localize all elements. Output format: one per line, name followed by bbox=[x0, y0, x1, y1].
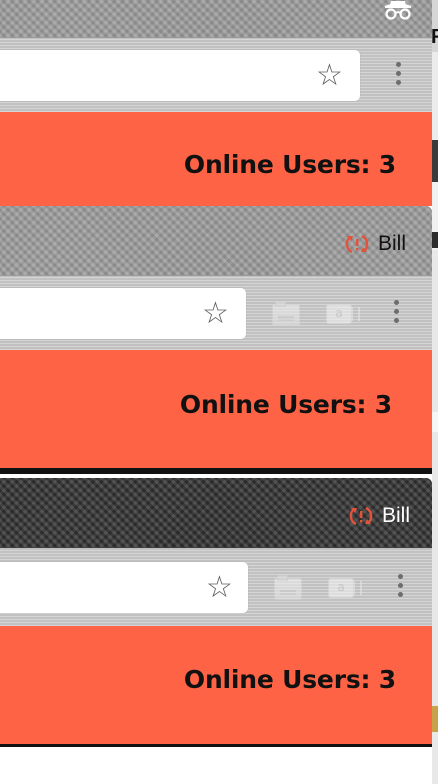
screenshot-canvas: F ☆ Online Users: 3 Bill ☆ a Online User… bbox=[0, 0, 438, 784]
title-bar bbox=[0, 0, 432, 38]
online-users-count: Online Users: 3 bbox=[183, 150, 396, 179]
online-users-count: Online Users: 3 bbox=[179, 390, 392, 419]
browser-toolbar: ☆ a bbox=[0, 276, 432, 350]
menu-dots-icon[interactable] bbox=[393, 300, 399, 327]
star-icon[interactable]: ☆ bbox=[202, 299, 229, 329]
online-users-panel: Online Users: 3 bbox=[0, 626, 432, 744]
incognito-icon bbox=[385, 1, 411, 20]
window-bottom-edge bbox=[0, 468, 432, 474]
browser-window-1: ☆ Online Users: 3 bbox=[0, 0, 432, 206]
online-users-count: Online Users: 3 bbox=[183, 665, 396, 694]
book-extension-icon[interactable] bbox=[272, 301, 300, 326]
star-icon[interactable]: ☆ bbox=[206, 573, 233, 603]
chat-extension-icon[interactable]: a bbox=[328, 578, 362, 598]
user-profile-button[interactable]: Bill bbox=[344, 229, 406, 259]
sync-icon bbox=[349, 506, 373, 526]
browser-toolbar: ☆ bbox=[0, 38, 432, 112]
window-bottom-edge bbox=[0, 744, 432, 747]
book-extension-icon[interactable] bbox=[274, 575, 302, 600]
address-bar[interactable] bbox=[0, 50, 360, 101]
title-bar: Bill bbox=[0, 478, 432, 548]
star-icon[interactable]: ☆ bbox=[316, 61, 343, 91]
browser-window-2: Bill ☆ a Online Users: 3 bbox=[0, 206, 432, 474]
user-name: Bill bbox=[381, 504, 410, 527]
chat-extension-icon[interactable]: a bbox=[326, 304, 360, 324]
menu-dots-icon[interactable] bbox=[395, 62, 401, 89]
online-users-panel: Online Users: 3 bbox=[0, 350, 432, 468]
browser-toolbar: ☆ a bbox=[0, 548, 432, 626]
menu-dots-icon[interactable] bbox=[397, 574, 403, 601]
user-profile-button[interactable]: Bill bbox=[348, 501, 410, 531]
online-users-panel: Online Users: 3 bbox=[0, 112, 432, 206]
sync-icon bbox=[345, 234, 369, 254]
background-window-edge bbox=[432, 0, 438, 784]
user-name: Bill bbox=[377, 232, 406, 255]
title-bar: Bill bbox=[0, 206, 432, 276]
browser-window-3: Bill ☆ a Online Users: 3 bbox=[0, 478, 432, 784]
background-window-title-letter: F bbox=[431, 26, 438, 48]
